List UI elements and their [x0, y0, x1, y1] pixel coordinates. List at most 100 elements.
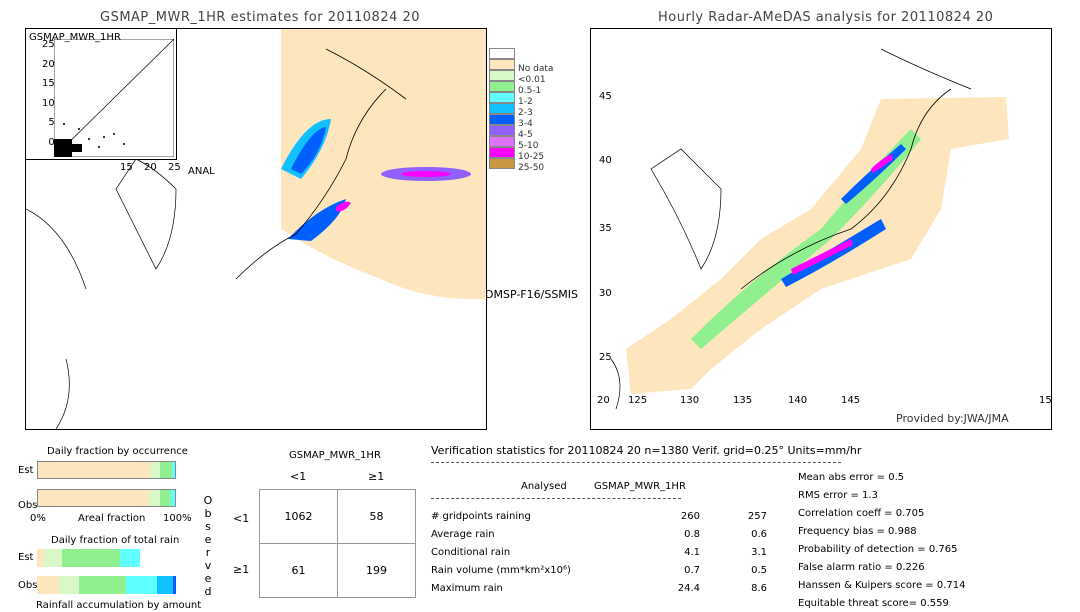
stat-est: 0.5: [751, 565, 767, 576]
bar-segment: [120, 549, 140, 567]
axis-mid: Areal fraction: [78, 513, 146, 524]
legend-swatch: [489, 158, 515, 169]
est-label: Est: [18, 552, 34, 563]
score: Equitable threat score= 0.559: [798, 598, 949, 609]
bar-segment: [150, 462, 160, 478]
bar-segment: [37, 549, 44, 567]
bar-segment: [159, 462, 173, 478]
lon-tick: 140: [788, 395, 808, 406]
legend-label: 3-4: [518, 119, 533, 129]
bar-segment: [159, 490, 171, 506]
occurrence-obs-bar: [37, 489, 176, 507]
inset-x-tick: 20: [144, 162, 157, 173]
legend-label: 4-5: [518, 130, 533, 140]
bar-segment: [170, 490, 175, 506]
stat-label: Conditional rain: [431, 547, 511, 558]
stat-est: 257: [747, 511, 767, 522]
divider: [431, 462, 841, 463]
lat-tick: 45: [599, 91, 612, 102]
lon-tick: 125: [628, 395, 648, 406]
lon-tick: 130: [680, 395, 700, 406]
legend-swatch: [489, 70, 515, 81]
inset-xlabel: ANAL: [188, 166, 215, 177]
scatter-inset: GSMAP_MWR_1HR 25 20 15 10 5 0: [26, 29, 177, 160]
credit-label: Provided by:JWA/JMA: [896, 412, 1009, 425]
occurrence-title: Daily fraction by occurrence: [47, 446, 188, 457]
occurrence-est-bar: [37, 461, 176, 479]
bar-segment: [38, 490, 149, 506]
stat-est: 8.6: [751, 583, 767, 594]
est-label: Est: [18, 465, 34, 476]
bar-segment: [78, 576, 126, 594]
observed-label: Observed: [203, 494, 213, 598]
obs-label: Obs: [18, 500, 38, 511]
legend-label: 2-3: [518, 108, 533, 118]
verification-figure: GSMAP_MWR_1HR estimates for 20110824 20 …: [0, 0, 1080, 612]
legend-swatch: [489, 103, 515, 114]
cell: 199: [337, 543, 416, 598]
bar-segment: [172, 462, 175, 478]
cell: 58: [337, 489, 416, 544]
legend-swatch: [489, 48, 515, 59]
bar-segment: [148, 490, 160, 506]
stat-label: Maximum rain: [431, 583, 503, 594]
total-rain-est-bar: [37, 549, 176, 567]
bar-segment: [62, 549, 121, 567]
row-header: <1: [233, 512, 250, 525]
sensor-label: DMSP-F16/SSMIS: [485, 288, 579, 301]
score: Correlation coeff = 0.705: [798, 508, 925, 519]
col-est: GSMAP_MWR_1HR: [594, 481, 686, 492]
lat-tick: 40: [599, 155, 612, 166]
contingency-title: GSMAP_MWR_1HR: [289, 450, 381, 461]
axis-left: 0%: [30, 513, 46, 524]
stat-analysed: 4.1: [684, 547, 700, 558]
rain-area: [401, 171, 451, 177]
score: Hanssen & Kuipers score = 0.714: [798, 580, 966, 591]
total-rain-title: Daily fraction of total rain: [51, 535, 180, 546]
legend-label: 1-2: [518, 97, 533, 107]
stat-label: Rain volume (mm*km²x10⁶): [431, 565, 571, 576]
axis-right: 100%: [163, 513, 192, 524]
col-analysed: Analysed: [521, 481, 567, 492]
left-map: GSMAP_MWR_1HR 25 20 15 10 5 0 15 20 25 ANAL: [25, 28, 487, 430]
total-rain-obs-bar: [37, 576, 176, 594]
score: RMS error = 1.3: [798, 490, 878, 501]
total-rain-footer: Rainfall accumulation by amount: [36, 600, 202, 611]
lat-tick: 35: [599, 223, 612, 234]
legend-label: 25-50: [518, 163, 545, 173]
legend-swatch: [489, 81, 515, 92]
right-map: 45 40 35 30 25 20 125 130 135 140 145 15…: [590, 28, 1052, 430]
score: Frequency bias = 0.988: [798, 526, 917, 537]
legend-label: No data: [518, 64, 554, 74]
coastline: [25, 158, 177, 430]
stat-label: # gridpoints raining: [431, 511, 531, 522]
contingency-table: 1062 58 61 199: [259, 489, 416, 598]
stat-est: 0.6: [751, 529, 767, 540]
inset-x-tick: 25: [168, 162, 181, 173]
cell: 61: [259, 543, 338, 598]
inset-y-ticks: 25 20 15 10 5 0: [42, 39, 55, 148]
obs-label: Obs: [18, 580, 38, 591]
bar-segment: [173, 576, 176, 594]
lat-tick: 25: [599, 352, 612, 363]
legend-label: 5-10: [518, 141, 539, 151]
legend-swatch: [489, 92, 515, 103]
legend-swatch: [489, 136, 515, 147]
stat-est: 3.1: [751, 547, 767, 558]
legend-label: <0.01: [518, 75, 546, 85]
bar-segment: [59, 576, 79, 594]
inset-x-tick: 15: [120, 162, 133, 173]
col-header: <1: [290, 470, 307, 483]
cell: 1062: [259, 489, 338, 544]
bar-segment: [43, 549, 62, 567]
stat-analysed: 0.7: [684, 565, 700, 576]
stats-header: Verification statistics for 20110824 20 …: [431, 444, 862, 457]
lon-tick: 135: [733, 395, 753, 406]
row-header: ≥1: [233, 563, 250, 576]
stat-analysed: 260: [680, 511, 700, 522]
stat-analysed: 24.4: [677, 583, 700, 594]
stat-label: Average rain: [431, 529, 495, 540]
legend-swatch: [489, 147, 515, 158]
divider: [431, 498, 681, 499]
lon-tick: 15: [1039, 395, 1052, 406]
